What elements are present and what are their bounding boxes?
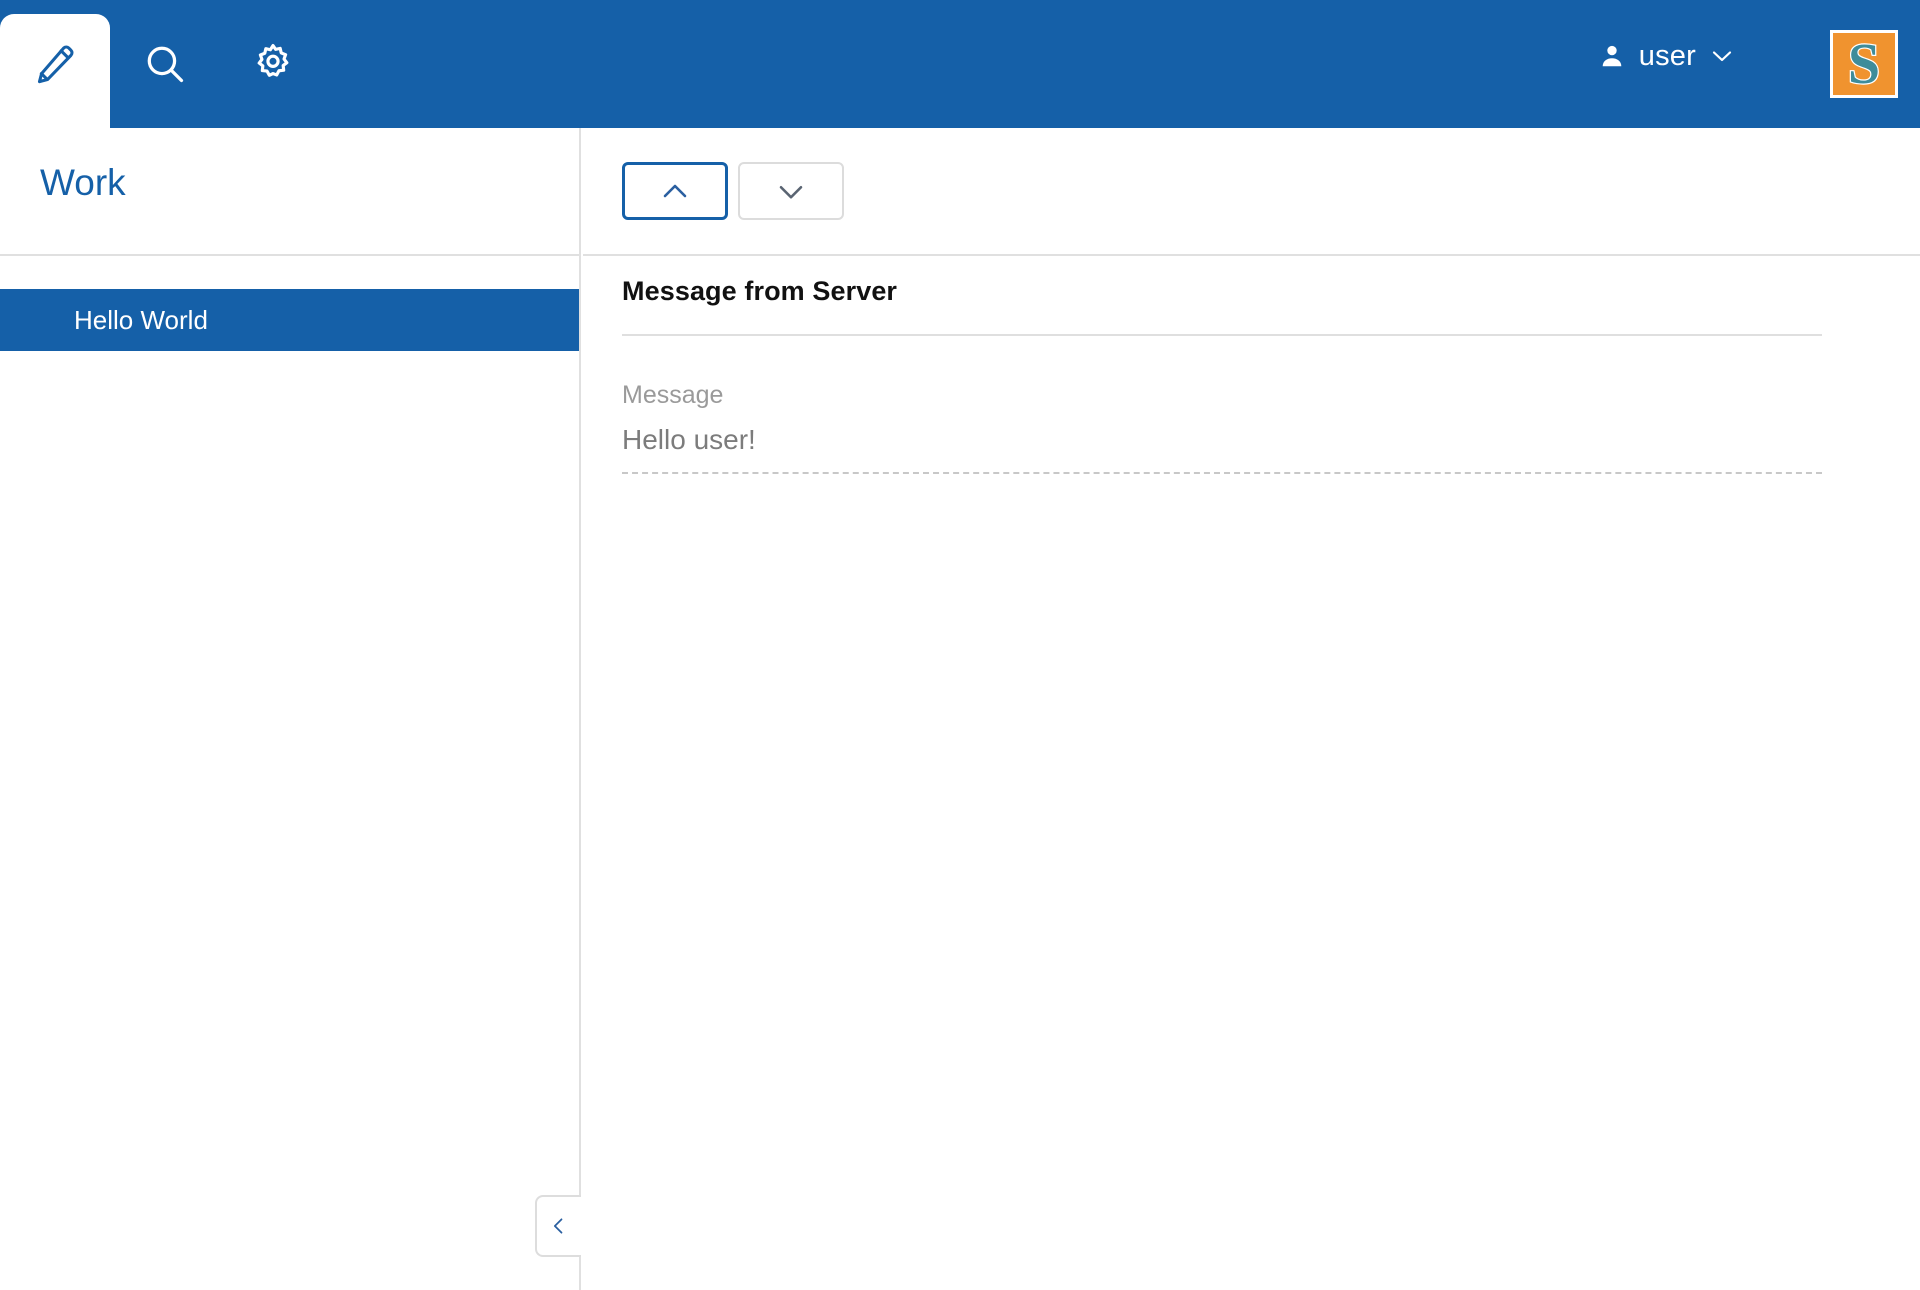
field-label-message: Message — [622, 381, 724, 409]
tab-edit[interactable] — [0, 0, 110, 142]
person-icon — [1599, 43, 1625, 69]
previous-record-button[interactable] — [622, 162, 728, 220]
title-divider — [622, 334, 1822, 336]
record-nav-toolbar — [583, 128, 1920, 256]
top-header-bar: user S — [0, 0, 1920, 142]
header-nav-tabs — [0, 0, 330, 142]
main-content: Message from Server Message Hello user! — [583, 128, 1920, 1290]
sidebar-item-list: Hello World — [0, 256, 579, 351]
user-menu[interactable]: user — [1599, 34, 1734, 78]
sidebar-collapse-button[interactable] — [535, 1195, 581, 1257]
list-item[interactable]: Hello World — [0, 289, 579, 351]
svg-text:S: S — [1848, 33, 1880, 95]
page-title: Work — [40, 162, 126, 203]
field-underline — [622, 472, 1822, 474]
user-name-label: user — [1638, 39, 1696, 72]
chevron-up-icon — [660, 176, 690, 206]
tab-settings[interactable] — [220, 0, 330, 128]
chevron-left-icon — [549, 1216, 569, 1236]
form-title: Message from Server — [622, 276, 898, 306]
brand-logo[interactable]: S — [1830, 30, 1898, 98]
sidebar: Work Hello World — [0, 128, 581, 1290]
app-root: user S Work Hello World Message from Ser… — [0, 0, 1920, 1290]
field-value-message[interactable]: Hello user! — [622, 424, 756, 456]
sidebar-header: Work — [0, 128, 579, 256]
tab-search[interactable] — [110, 0, 220, 128]
pencil-icon — [32, 41, 78, 87]
chevron-down-icon — [1710, 44, 1734, 68]
gear-icon — [252, 41, 298, 87]
next-record-button[interactable] — [738, 162, 844, 220]
search-icon — [142, 41, 188, 87]
chevron-down-icon — [776, 176, 806, 206]
